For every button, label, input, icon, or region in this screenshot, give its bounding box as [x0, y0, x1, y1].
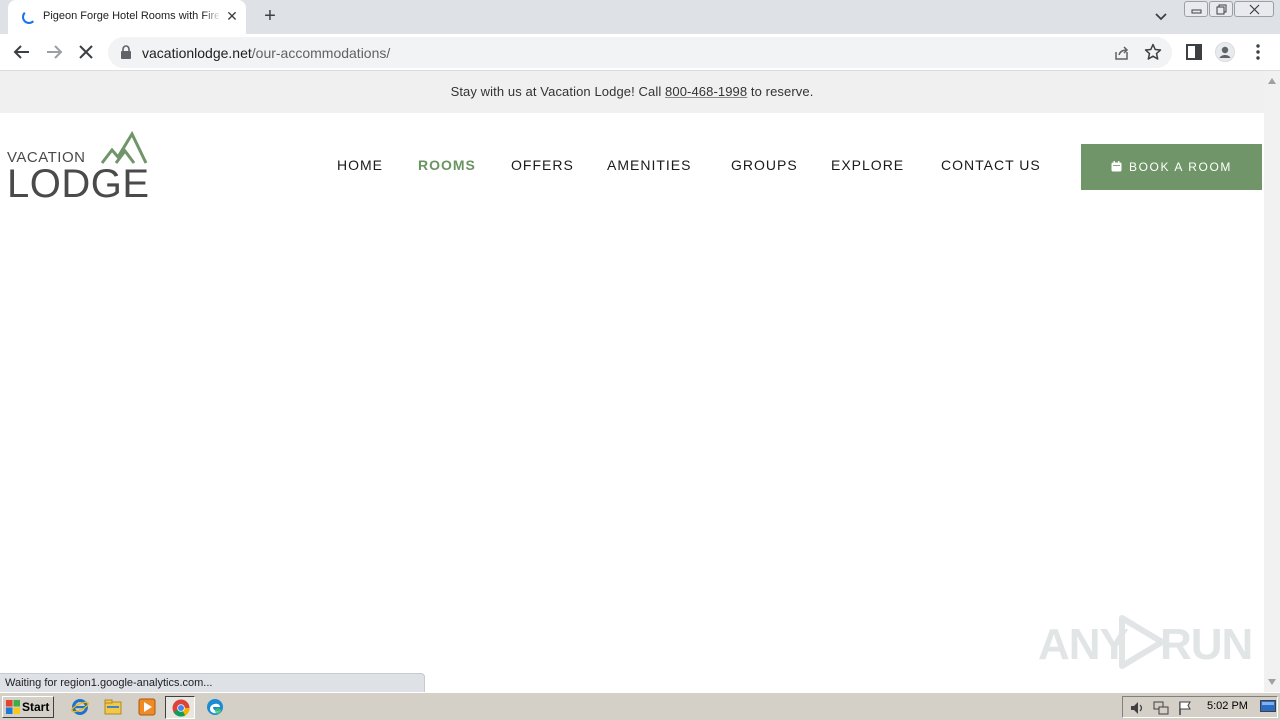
chrome-taskbar-button[interactable]	[165, 696, 195, 719]
chrome-icon	[172, 699, 190, 717]
announcement-prefix: Stay with us at Vacation Lodge! Call	[450, 84, 666, 99]
announcement-bar: Stay with us at Vacation Lodge! Call 800…	[0, 71, 1264, 113]
site-logo[interactable]: VACATION LODGE	[7, 131, 149, 207]
tab-search-icon[interactable]	[1152, 10, 1170, 24]
nav-contact-us[interactable]: CONTACT US	[941, 157, 1041, 177]
clock: 5:02 PM	[1207, 700, 1248, 712]
nav-home[interactable]: HOME	[337, 157, 383, 177]
action-center-flag-icon[interactable]	[1177, 700, 1193, 716]
profile-avatar-icon[interactable]	[1215, 42, 1235, 62]
share-icon[interactable]	[1113, 44, 1131, 62]
browser-toolbar: vacationlodge.net/our-accommodations/	[0, 34, 1280, 71]
show-desktop-icon[interactable]	[1260, 700, 1276, 714]
nav-offers[interactable]: OFFERS	[511, 157, 574, 177]
logo-text-bottom: LODGE	[7, 162, 150, 206]
announcement-suffix: to reserve.	[747, 84, 814, 99]
windows-taskbar: Start 5:02 PM	[0, 692, 1280, 720]
nav-groups[interactable]: GROUPS	[731, 157, 798, 177]
tab-title: Pigeon Forge Hotel Rooms with Fireplaces	[43, 10, 219, 22]
edge-icon[interactable]	[206, 698, 224, 716]
nav-amenities[interactable]: AMENITIES	[607, 157, 691, 177]
nav-explore[interactable]: EXPLORE	[831, 157, 904, 177]
watermark-text-right: RUN	[1160, 620, 1253, 669]
windows-flag-icon	[6, 700, 20, 714]
start-label: Start	[22, 700, 50, 714]
book-a-room-label: BOOK A ROOM	[1129, 160, 1232, 174]
stop-loading-icon[interactable]	[76, 42, 96, 62]
minimize-icon[interactable]	[1184, 1, 1208, 17]
back-icon[interactable]	[12, 42, 32, 62]
bookmark-star-icon[interactable]	[1144, 43, 1162, 61]
calendar-icon	[1111, 161, 1122, 172]
url-text: vacationlodge.net/our-accommodations/	[142, 45, 390, 61]
page-scrollbar[interactable]	[1264, 71, 1280, 692]
address-bar[interactable]: vacationlodge.net/our-accommodations/	[108, 37, 1172, 68]
phone-link[interactable]: 800-468-1998	[665, 84, 747, 99]
side-panel-icon[interactable]	[1184, 42, 1204, 62]
browser-tabstrip: Pigeon Forge Hotel Rooms with Fireplaces…	[0, 0, 1280, 34]
scroll-down-icon[interactable]	[1267, 678, 1277, 686]
book-a-room-button[interactable]: BOOK A ROOM	[1081, 144, 1262, 190]
volume-icon[interactable]	[1129, 700, 1145, 716]
lock-icon[interactable]	[120, 45, 132, 59]
file-explorer-icon[interactable]	[104, 698, 122, 716]
system-tray: 5:02 PM	[1122, 696, 1278, 718]
start-button[interactable]: Start	[2, 696, 54, 718]
tab-title-fade	[203, 8, 221, 26]
page-viewport: Stay with us at Vacation Lodge! Call 800…	[0, 71, 1264, 692]
media-player-icon[interactable]	[138, 698, 156, 716]
browser-tab[interactable]: Pigeon Forge Hotel Rooms with Fireplaces…	[8, 0, 246, 34]
kebab-menu-icon[interactable]	[1250, 42, 1266, 62]
close-window-icon[interactable]	[1234, 1, 1274, 17]
close-tab-icon[interactable]: ✕	[224, 8, 240, 24]
anyrun-watermark: ANY RUN	[1038, 610, 1253, 672]
nav-rooms[interactable]: ROOMS	[418, 157, 476, 177]
mountain-logo-icon	[100, 131, 148, 164]
scroll-up-icon[interactable]	[1267, 77, 1277, 85]
internet-explorer-icon[interactable]	[71, 698, 89, 716]
url-path: /our-accommodations/	[251, 45, 391, 61]
network-icon[interactable]	[1153, 700, 1169, 716]
status-bubble: Waiting for region1.google-analytics.com…	[0, 673, 425, 692]
forward-icon[interactable]	[44, 42, 64, 62]
loading-spinner-icon	[22, 10, 36, 24]
url-domain: vacationlodge.net	[142, 45, 252, 61]
restore-icon[interactable]	[1209, 1, 1233, 17]
new-tab-icon[interactable]: +	[260, 6, 280, 26]
